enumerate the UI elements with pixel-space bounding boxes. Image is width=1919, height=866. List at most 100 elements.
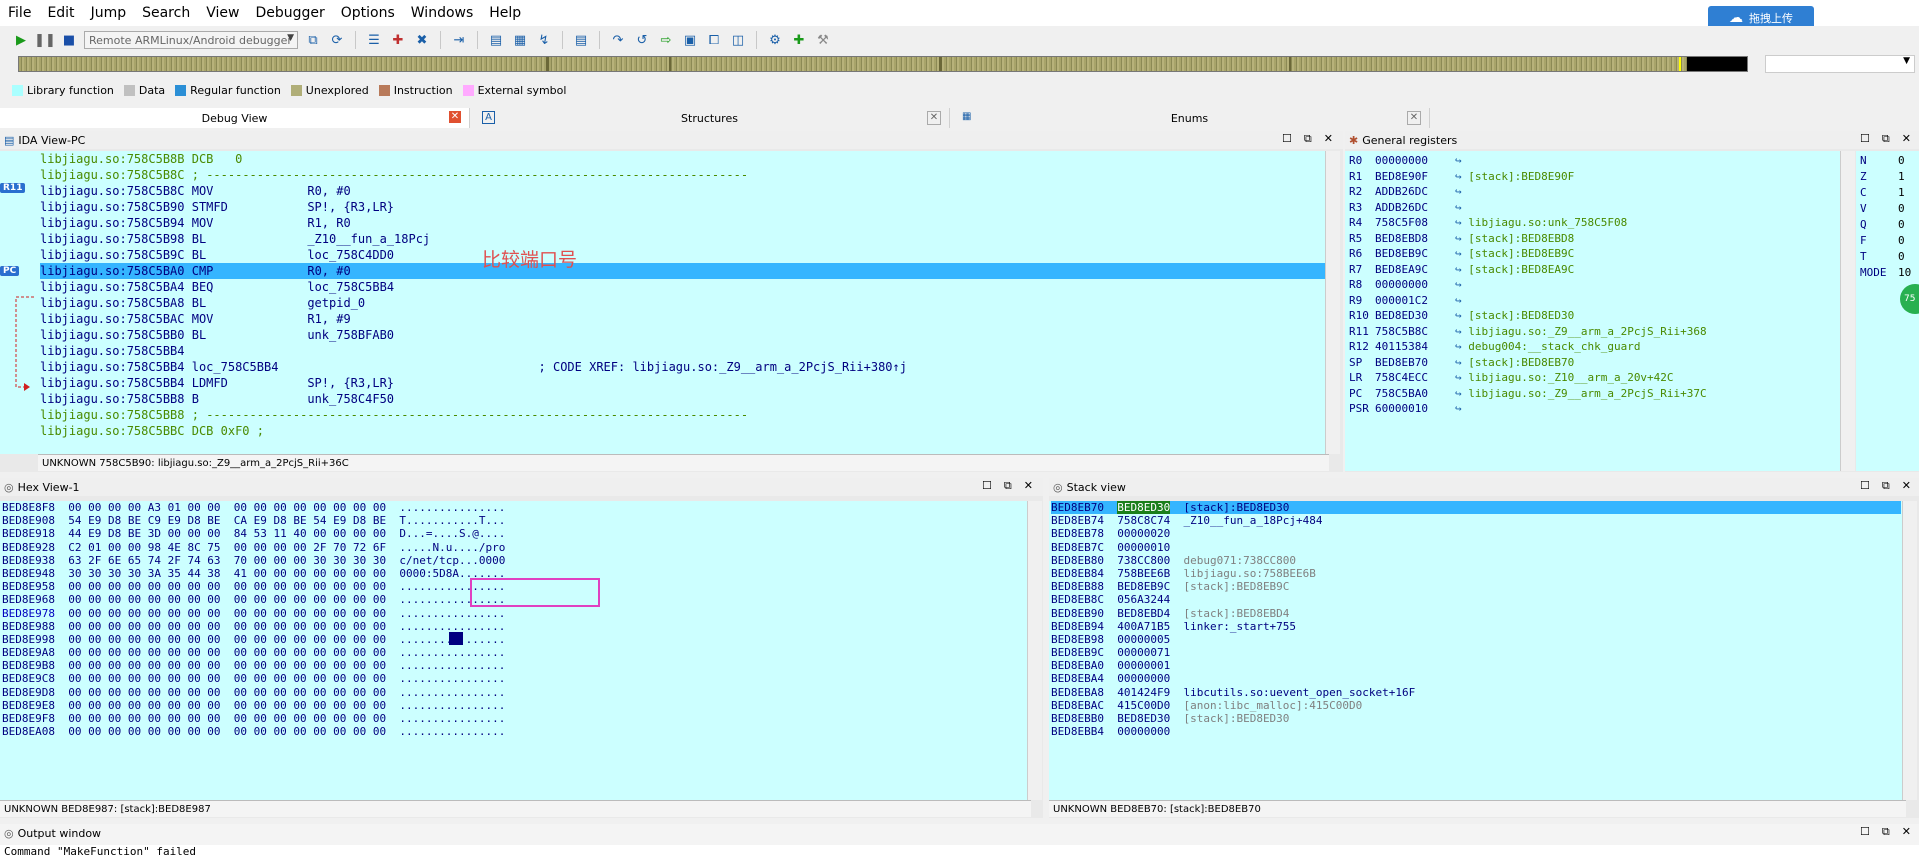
hex-row[interactable]: BED8E968 00 00 00 00 00 00 00 00 00 00 0… (2, 593, 505, 606)
register-row[interactable]: R11 758C5B8C ↪ libjiagu.so:_Z9__arm_a_2Pcj… (1349, 324, 1707, 340)
listing-line[interactable]: libjiagu.so:758C5B94 MOV R1, R0 (40, 215, 1325, 231)
jump-icon[interactable]: ↪ (1455, 293, 1468, 309)
breakpoint-list-icon[interactable]: ☰ (365, 31, 383, 49)
stack-row[interactable]: BED8EB80 738CC800 debug071:738CC800 (1051, 554, 1901, 567)
step-out-icon[interactable]: ↺ (633, 31, 651, 49)
tab-enums[interactable]: ▦ Enums ✕ (950, 108, 1430, 128)
flag-row[interactable]: C1 (1860, 185, 1911, 201)
jump-icon[interactable]: ↪ (1455, 231, 1468, 247)
stack-row[interactable]: BED8EB70 BED8ED30 [stack]:BED8ED30 (1051, 501, 1901, 515)
hex-row[interactable]: BED8E978 00 00 00 00 00 00 00 00 00 00 0… (2, 607, 505, 620)
registers-body[interactable]: R0 00000000 ↪ R1 BED8E90F ↪ [stack]:BED8E90F… (1345, 151, 1840, 471)
register-row[interactable]: R2 ADDB26DC ↪ (1349, 184, 1707, 200)
stack-view-body[interactable]: BED8EB70 BED8ED30 [stack]:BED8ED30 BED8EB… (1049, 501, 1902, 800)
restore-icon[interactable]: ⧉ (1304, 132, 1312, 146)
listing-line[interactable]: libjiagu.so:758C5BAC MOV R1, #9 (40, 311, 1325, 327)
close-icon[interactable]: ✕ (1902, 825, 1911, 839)
jump-icon[interactable]: ↪ (1455, 355, 1468, 371)
close-icon[interactable]: ✕ (1024, 479, 1033, 493)
minimize-icon[interactable]: ☐ (1860, 479, 1870, 493)
output-window-body[interactable]: Command "MakeFunction" failed (0, 845, 1919, 866)
stack-row[interactable]: BED8EBB0 BED8ED30 [stack]:BED8ED30 (1051, 712, 1901, 725)
menu-options[interactable]: Options (333, 5, 403, 21)
listing-line[interactable]: libjiagu.so:758C5B8C MOV R0, #0 (40, 183, 1325, 199)
jump-icon[interactable]: ↪ (1455, 169, 1468, 185)
layout-icon[interactable]: ◫ (729, 31, 747, 49)
listing-line[interactable]: libjiagu.so:758C5B9C BL loc_758C4DD0 (40, 247, 1325, 263)
register-row[interactable]: R3 ADDB26DC ↪ (1349, 200, 1707, 216)
register-row[interactable]: R10 BED8ED30 ↪ [stack]:BED8ED30 (1349, 308, 1707, 324)
minimize-icon[interactable]: ☐ (1860, 132, 1870, 146)
listing-line[interactable]: libjiagu.so:758C5B98 BL _Z10__fun_a_18Pc… (40, 231, 1325, 247)
stack-row[interactable]: BED8EB7C 00000010 (1051, 541, 1901, 554)
restore-icon[interactable]: ⧉ (1882, 132, 1890, 146)
stop-icon[interactable]: ■ (60, 31, 78, 49)
jump-icon[interactable]: ↪ (1455, 262, 1468, 278)
tools-icon[interactable]: ⚒ (814, 31, 832, 49)
hex-row[interactable]: BED8E9C8 00 00 00 00 00 00 00 00 00 00 0… (2, 672, 505, 685)
jump-icon[interactable]: ↪ (1455, 184, 1468, 200)
pause-icon[interactable]: ❚❚ (34, 31, 56, 49)
register-row[interactable]: R6 BED8EB9C ↪ [stack]:BED8EB9C (1349, 246, 1707, 262)
jump-icon[interactable]: ↪ (1455, 370, 1468, 386)
trace-icon[interactable]: ⇥ (450, 31, 468, 49)
stack-row[interactable]: BED8EBA4 00000000 (1051, 672, 1901, 685)
hex-row[interactable]: BED8E918 44 E9 D8 BE 3D 00 00 00 84 53 1… (2, 527, 505, 540)
step-over-icon[interactable]: ↷ (609, 31, 627, 49)
register-row[interactable]: SP BED8EB70 ↪ [stack]:BED8EB70 (1349, 355, 1707, 371)
hex-row[interactable]: BED8E998 00 00 00 00 00 00 00 00 00 00 0… (2, 633, 505, 646)
jump-icon[interactable]: ↪ (1455, 339, 1468, 355)
flag-row[interactable]: T0 (1860, 249, 1911, 265)
stack-row[interactable]: BED8EB74 758C8C74 _Z10__fun_a_18Pcj+484 (1051, 514, 1901, 527)
tab-debug-view[interactable]: Debug View ✕ (0, 108, 470, 128)
register-row[interactable]: LR 758C4ECC ↪ libjiagu.so:_Z10__arm_a_20v+… (1349, 370, 1707, 386)
stack-row[interactable]: BED8EBA0 00000001 (1051, 659, 1901, 672)
run-icon[interactable]: ▣ (681, 31, 699, 49)
jump-icon[interactable]: ↪ (1455, 277, 1468, 293)
listing-line[interactable]: libjiagu.so:758C5BB8 ; -----------------… (40, 407, 1325, 423)
jump-icon[interactable]: ↪ (1455, 401, 1468, 417)
minimize-icon[interactable]: ☐ (1282, 132, 1292, 146)
register-row[interactable]: R12 40115384 ↪ debug004:__stack_chk_guard (1349, 339, 1707, 355)
menu-search[interactable]: Search (134, 5, 198, 21)
jump-icon[interactable]: ↪ (1455, 308, 1468, 324)
stack-row[interactable]: BED8EB78 00000020 (1051, 527, 1901, 540)
hex-row[interactable]: BED8E9E8 00 00 00 00 00 00 00 00 00 00 0… (2, 699, 505, 712)
register-row[interactable]: R1 BED8E90F ↪ [stack]:BED8E90F (1349, 169, 1707, 185)
restore-icon[interactable]: ⧉ (1004, 479, 1012, 493)
menu-view[interactable]: View (198, 5, 247, 21)
stack-row[interactable]: BED8EBAC 415C00D0 [anon:libc_malloc]:415… (1051, 699, 1901, 712)
listing-line[interactable]: libjiagu.so:758C5BA8 BL getpid_0 (40, 295, 1325, 311)
stack-row[interactable]: BED8EB9C 00000071 (1051, 646, 1901, 659)
register-row[interactable]: R0 00000000 ↪ (1349, 153, 1707, 169)
listing-line[interactable]: libjiagu.so:758C5BB8 B unk_758C4F50 (40, 391, 1325, 407)
register-row[interactable]: R7 BED8EA9C ↪ [stack]:BED8EA9C (1349, 262, 1707, 278)
minimize-icon[interactable]: ☐ (1860, 825, 1870, 839)
stack-row[interactable]: BED8EB98 00000005 (1051, 633, 1901, 646)
list-icon[interactable]: ▤ (487, 31, 505, 49)
hex-row[interactable]: BED8E948 30 30 30 30 3A 35 44 38 41 00 0… (2, 567, 505, 580)
run-to-cursor-icon[interactable]: ▤ (572, 31, 590, 49)
listing-line[interactable]: libjiagu.so:758C5B8C ; -----------------… (40, 167, 1325, 183)
options-icon[interactable]: ⚙ (766, 31, 784, 49)
refresh-icon[interactable]: ⟳ (328, 31, 346, 49)
menu-debugger[interactable]: Debugger (247, 5, 332, 21)
hex-row[interactable]: BED8E9F8 00 00 00 00 00 00 00 00 00 00 0… (2, 712, 505, 725)
close-icon[interactable]: ✕ (1902, 132, 1911, 146)
stack-row[interactable]: BED8EBB4 00000000 (1051, 725, 1901, 738)
restore-icon[interactable]: ⧉ (1882, 825, 1890, 839)
navigation-band[interactable] (18, 56, 1748, 72)
listing-line[interactable]: libjiagu.so:758C5B8B DCB 0 (40, 151, 1325, 167)
stack-row[interactable]: BED8EB84 758BEE6B libjiagu.so:758BEE6B (1051, 567, 1901, 580)
jump-icon[interactable]: ↪ (1455, 386, 1468, 402)
stack-row[interactable]: BED8EB94 400A71B5 linker:_start+755 (1051, 620, 1901, 633)
stack-row[interactable]: BED8EB8C 056A3244 (1051, 593, 1901, 606)
nav-dropdown[interactable]: ▼ (1765, 55, 1915, 73)
restore-icon[interactable]: ⧉ (1882, 479, 1890, 493)
register-row[interactable]: R8 00000000 ↪ (1349, 277, 1707, 293)
close-icon[interactable]: ✕ (449, 111, 461, 123)
listing-line[interactable]: libjiagu.so:758C5BB4 (40, 343, 1325, 359)
stack-row[interactable]: BED8EB90 BED8EBD4 [stack]:BED8EBD4 (1051, 607, 1901, 620)
delete-breakpoint-icon[interactable]: ✖ (413, 31, 431, 49)
menu-jump[interactable]: Jump (83, 5, 135, 21)
